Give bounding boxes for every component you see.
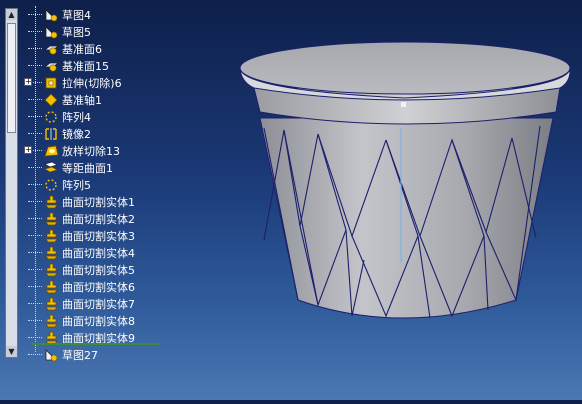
tree-item-label: 基准面6 xyxy=(62,42,102,56)
tree-connector xyxy=(28,337,42,338)
surface-cut-icon xyxy=(44,314,59,328)
tree-item-label: 曲面切割实体1 xyxy=(62,195,135,209)
surface-cut-icon xyxy=(44,195,59,209)
cup-model[interactable] xyxy=(230,0,582,400)
tree-item[interactable]: + 拉伸(切除)6 xyxy=(24,74,122,91)
tree-item-label: 曲面切割实体5 xyxy=(62,263,135,277)
origin-point xyxy=(401,102,406,107)
plane-icon xyxy=(43,42,60,56)
mirror-icon xyxy=(44,127,59,141)
tree-connector xyxy=(28,65,42,66)
surface-cut-icon xyxy=(44,263,59,277)
tree-item-label: 阵列4 xyxy=(62,110,91,124)
tree-item[interactable]: 曲面切割实体3 xyxy=(28,227,135,244)
tree-item-label: 阵列5 xyxy=(62,178,91,192)
scroll-thumb[interactable] xyxy=(7,23,16,133)
tree-item[interactable]: 曲面切割实体8 xyxy=(28,312,135,329)
tree-item[interactable]: 草图5 xyxy=(28,23,91,40)
tree-item[interactable]: 草图4 xyxy=(28,6,91,23)
tree-connector xyxy=(28,252,42,253)
tree-item[interactable]: 曲面切割实体4 xyxy=(28,244,135,261)
tree-connector xyxy=(28,201,42,202)
graphics-viewport[interactable] xyxy=(230,0,582,400)
tree-item-label: 曲面切割实体8 xyxy=(62,314,135,328)
rollback-bar[interactable] xyxy=(32,343,160,345)
tree-item-label: 草图27 xyxy=(62,348,98,362)
tree-connector xyxy=(28,167,42,168)
tree-connector xyxy=(28,116,42,117)
tree-item[interactable]: 基准轴1 xyxy=(28,91,102,108)
plane-icon xyxy=(43,59,60,73)
tree-connector xyxy=(28,235,42,236)
tree-item[interactable]: 阵列4 xyxy=(28,108,91,125)
sketch-icon xyxy=(44,348,59,362)
tree-connector xyxy=(28,286,42,287)
tree-item[interactable]: 曲面切割实体1 xyxy=(28,193,135,210)
surface-cut-icon xyxy=(44,246,59,260)
tree-item[interactable]: 等距曲面1 xyxy=(28,159,113,176)
tree-connector xyxy=(28,269,42,270)
tree-item[interactable]: 曲面切割实体7 xyxy=(28,295,135,312)
pattern-icon xyxy=(44,110,59,124)
scroll-down-button[interactable]: ▼ xyxy=(6,346,17,357)
surface-cut-icon xyxy=(44,297,59,311)
expand-toggle-icon[interactable]: + xyxy=(24,78,32,86)
tree-item[interactable]: 镜像2 xyxy=(28,125,91,142)
surface-cut-icon xyxy=(44,212,59,226)
tree-item-label: 草图5 xyxy=(62,25,91,39)
feature-tree: 草图4 草图5 基准面6 基准面15 + 拉伸(切除)6 基准轴1 阵列4 镜像2 + 放样切除13… xyxy=(0,0,240,370)
tree-item[interactable]: 曲面切割实体6 xyxy=(28,278,135,295)
tree-connector xyxy=(28,184,42,185)
tree-item-label: 曲面切割实体7 xyxy=(62,297,135,311)
tree-item[interactable]: 草图27 xyxy=(28,346,98,363)
tree-item-label: 等距曲面1 xyxy=(62,161,113,175)
tree-item[interactable]: 曲面切割实体2 xyxy=(28,210,135,227)
cup-lid-top xyxy=(239,41,571,95)
tree-item[interactable]: 基准面15 xyxy=(28,57,109,74)
expand-toggle-icon[interactable]: + xyxy=(24,146,32,154)
tree-connector xyxy=(28,354,42,355)
sketch-icon xyxy=(44,8,59,22)
tree-item-label: 基准轴1 xyxy=(62,93,102,107)
tree-connector xyxy=(28,48,42,49)
tree-connector xyxy=(28,303,42,304)
pattern-icon xyxy=(44,178,59,192)
extrude-cut-icon xyxy=(44,76,59,90)
tree-item-label: 拉伸(切除)6 xyxy=(62,76,122,90)
tree-item[interactable]: 阵列5 xyxy=(28,176,91,193)
tree-item-label: 曲面切割实体2 xyxy=(62,212,135,226)
tree-connector xyxy=(28,14,42,15)
scroll-up-button[interactable]: ▲ xyxy=(6,9,17,20)
offset-surface-icon xyxy=(44,161,59,175)
tree-item[interactable]: 曲面切割实体5 xyxy=(28,261,135,278)
tree-item-label: 基准面15 xyxy=(62,59,109,73)
tree-connector xyxy=(28,133,42,134)
axis-icon xyxy=(44,92,59,107)
tree-item-label: 曲面切割实体3 xyxy=(62,229,135,243)
surface-cut-icon xyxy=(44,229,59,243)
tree-connector xyxy=(28,99,42,100)
tree-connector xyxy=(28,31,42,32)
sketch-icon xyxy=(44,25,59,39)
tree-item-label: 草图4 xyxy=(62,8,91,22)
loft-cut-icon xyxy=(44,144,59,158)
tree-item-label: 曲面切割实体6 xyxy=(62,280,135,294)
tree-item[interactable]: 基准面6 xyxy=(28,40,102,57)
tree-item[interactable]: + 放样切除13 xyxy=(24,142,120,159)
tree-item-label: 镜像2 xyxy=(62,127,91,141)
tree-item-label: 放样切除13 xyxy=(62,144,120,158)
tree-connector xyxy=(28,218,42,219)
surface-cut-icon xyxy=(44,280,59,294)
tree-connector xyxy=(28,320,42,321)
tree-scrollbar[interactable]: ▲ ▼ xyxy=(5,8,18,358)
tree-item-label: 曲面切割实体4 xyxy=(62,246,135,260)
